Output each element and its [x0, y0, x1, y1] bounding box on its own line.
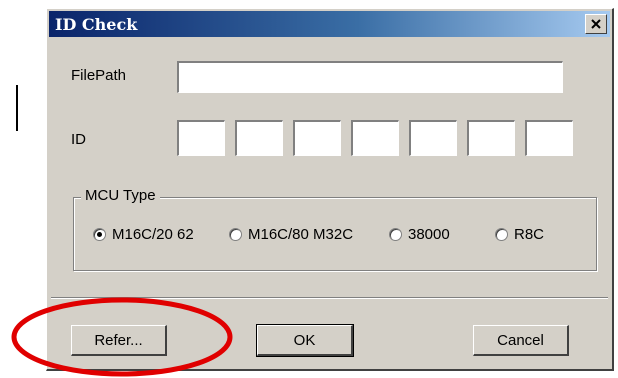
id-box-7[interactable] [525, 120, 573, 156]
radio-label: 38000 [408, 226, 450, 243]
id-box-5[interactable] [409, 120, 457, 156]
radio-button-icon [229, 228, 242, 241]
ok-button[interactable]: OK [256, 324, 354, 357]
radio-button-icon [389, 228, 402, 241]
refer-button[interactable]: Refer... [71, 325, 167, 356]
id-box-1[interactable] [177, 120, 225, 156]
radio-m16c-80-m32c[interactable]: M16C/80 M32C [229, 226, 353, 243]
divider [51, 297, 608, 299]
radio-38000[interactable]: 38000 [389, 226, 450, 243]
id-box-2[interactable] [235, 120, 283, 156]
dialog-title: ID Check [55, 15, 138, 34]
filepath-label: FilePath [71, 67, 127, 84]
filepath-input[interactable] [177, 61, 563, 93]
mcu-type-legend: MCU Type [81, 187, 160, 204]
radio-label: M16C/80 M32C [248, 226, 354, 243]
id-label: ID [71, 131, 86, 148]
title-bar: ID Check [49, 11, 610, 37]
close-button[interactable] [585, 14, 607, 34]
radio-button-icon [495, 228, 508, 241]
cancel-button[interactable]: Cancel [473, 325, 569, 356]
radio-label: M16C/20 62 [112, 226, 194, 243]
id-box-6[interactable] [467, 120, 515, 156]
radio-button-icon [93, 228, 106, 241]
background-edge-mark [0, 85, 18, 131]
id-check-dialog: ID Check FilePath ID MCU Type M16C/20 62… [46, 8, 614, 371]
radio-label: R8C [514, 226, 545, 243]
radio-r8c[interactable]: R8C [495, 226, 544, 243]
id-box-3[interactable] [293, 120, 341, 156]
id-box-4[interactable] [351, 120, 399, 156]
radio-m16c-20-62[interactable]: M16C/20 62 [93, 226, 194, 243]
close-icon [591, 17, 601, 32]
